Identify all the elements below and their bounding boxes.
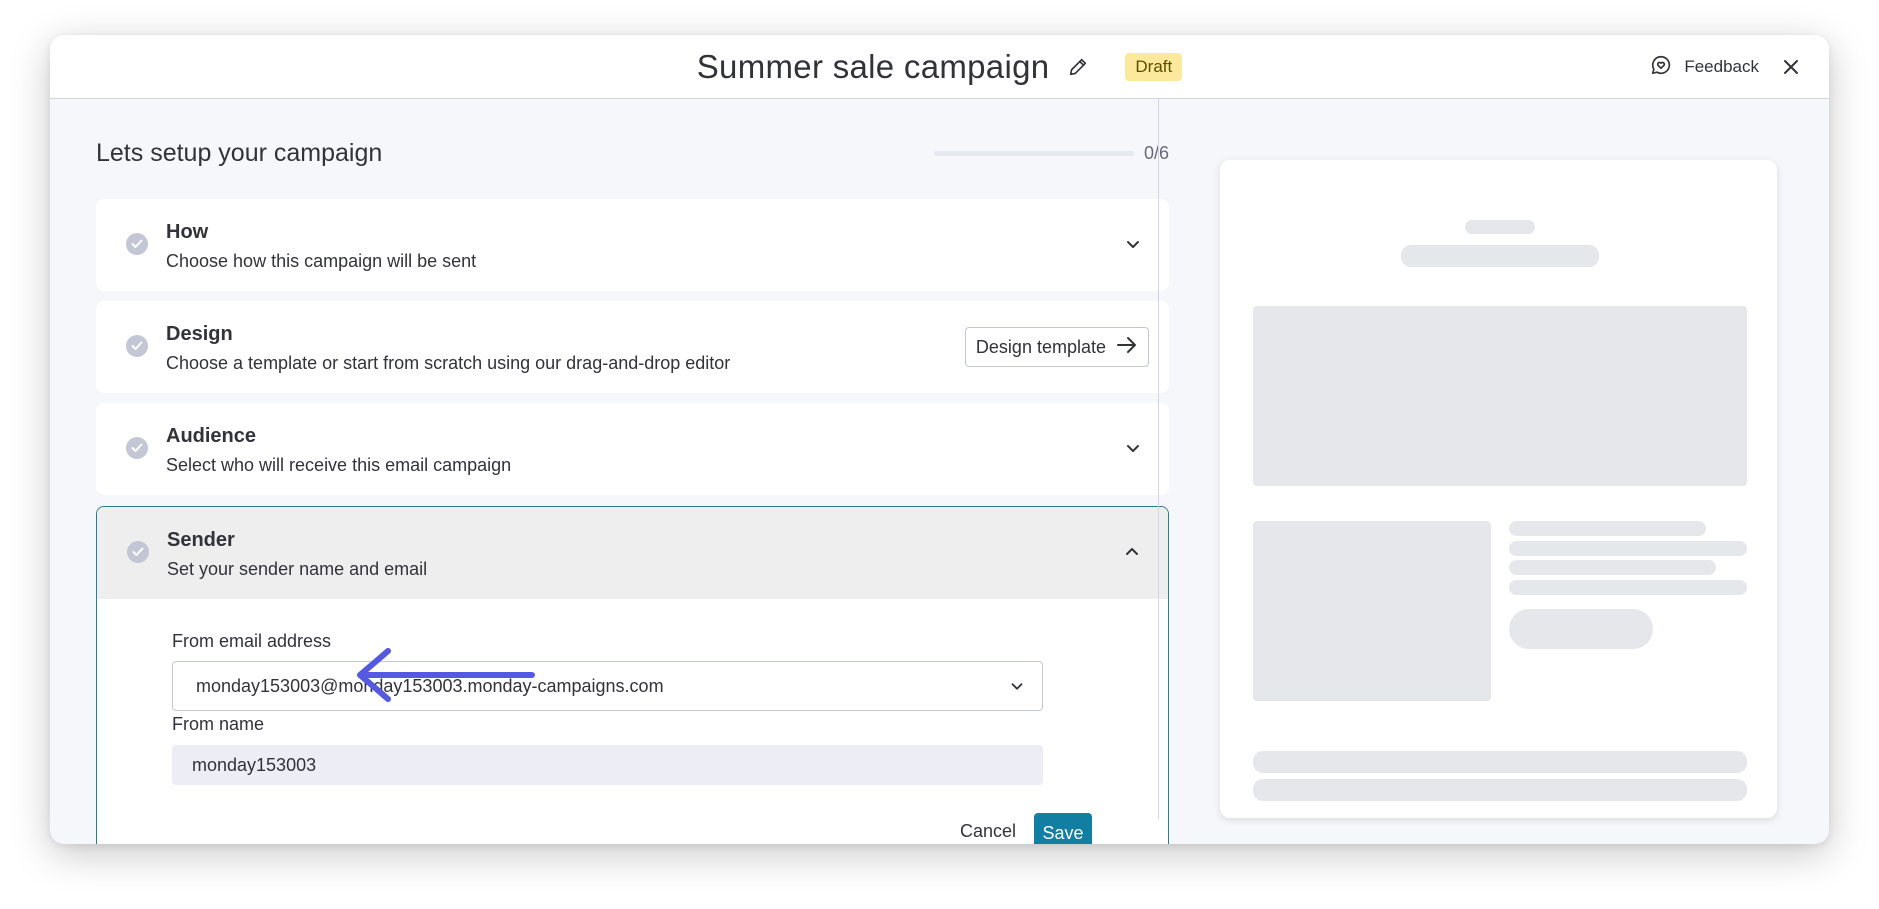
step-header: Design Choose a template or start from s… [96, 301, 1169, 393]
setup-panel: Lets setup your campaign 0/6 How Choose … [96, 99, 1169, 844]
preview-skeleton [1509, 580, 1747, 595]
step-description: Select who will receive this email campa… [166, 455, 512, 475]
preview-skeleton [1509, 609, 1653, 649]
step-header[interactable]: How Choose how this campaign will be sen… [96, 199, 1169, 291]
chevron-down-icon[interactable] [1121, 436, 1145, 460]
chevron-down-icon[interactable] [1121, 232, 1145, 256]
preview-skeleton [1509, 541, 1747, 556]
check-circle-icon [127, 541, 149, 563]
chevron-down-icon [1006, 675, 1028, 697]
from-email-label: From email address [172, 631, 332, 651]
preview-skeleton [1253, 521, 1491, 701]
pencil-icon[interactable] [1067, 56, 1089, 78]
step-header[interactable]: Audience Select who will receive this em… [96, 403, 1169, 495]
preview-skeleton [1253, 306, 1747, 486]
step-text: Design Choose a template or start from s… [166, 323, 730, 374]
step-description: Choose how this campaign will be sent [166, 251, 477, 271]
step-name: Audience [166, 425, 257, 447]
check-circle-icon [126, 335, 148, 357]
step-description: Set your sender name and email [167, 559, 428, 579]
chat-heart-icon [1650, 54, 1672, 81]
chevron-up-icon[interactable] [1120, 540, 1144, 564]
save-button[interactable]: Save [1034, 813, 1092, 844]
status-badge: Draft [1125, 53, 1183, 81]
arrow-right-icon [1116, 336, 1138, 359]
feedback-button[interactable]: Feedback [1650, 35, 1759, 99]
step-audience[interactable]: Audience Select who will receive this em… [96, 403, 1169, 495]
title-group: Summer sale campaign Draft [50, 35, 1829, 99]
design-template-button[interactable]: Design template [964, 327, 1149, 367]
step-name: Sender [167, 529, 235, 551]
email-preview [1220, 160, 1777, 818]
step-header[interactable]: Sender Set your sender name and email [97, 507, 1168, 599]
campaign-title[interactable]: Summer sale campaign [697, 48, 1050, 86]
setup-title: Lets setup your campaign [96, 139, 383, 167]
progress: 0/6 [933, 143, 1169, 164]
preview-skeleton [1401, 245, 1599, 267]
step-text: Sender Set your sender name and email [167, 529, 427, 580]
modal-header: Summer sale campaign Draft Feedback [50, 35, 1829, 99]
preview-skeleton [1253, 751, 1747, 773]
step-design[interactable]: Design Choose a template or start from s… [96, 301, 1169, 393]
campaign-modal: Summer sale campaign Draft Feedback Lets… [50, 35, 1829, 844]
preview-skeleton [1509, 521, 1706, 536]
design-template-label: Design template [975, 336, 1106, 357]
close-icon[interactable] [1775, 51, 1807, 83]
step-how[interactable]: How Choose how this campaign will be sen… [96, 199, 1169, 291]
step-text: Audience Select who will receive this em… [166, 425, 511, 476]
step-sender: Sender Set your sender name and email Fr… [96, 506, 1169, 844]
annotation-arrow-icon [357, 648, 535, 702]
panel-divider [1158, 99, 1159, 819]
cancel-button[interactable]: Cancel [960, 821, 1016, 842]
from-name-input[interactable] [172, 745, 1043, 785]
preview-skeleton [1509, 560, 1716, 575]
step-text: How Choose how this campaign will be sen… [166, 221, 476, 272]
step-name: How [166, 221, 209, 243]
from-email-select[interactable]: monday153003@monday153003.monday-campaig… [172, 661, 1043, 711]
feedback-label: Feedback [1684, 57, 1759, 76]
step-description: Choose a template or start from scratch … [166, 353, 731, 373]
from-name-label: From name [172, 714, 265, 734]
preview-skeleton [1465, 220, 1535, 234]
preview-skeleton [1253, 779, 1747, 801]
step-name: Design [166, 323, 233, 345]
check-circle-icon [126, 437, 148, 459]
progress-text: 0/6 [1143, 143, 1169, 163]
check-circle-icon [126, 233, 148, 255]
progress-bar [933, 151, 1134, 156]
